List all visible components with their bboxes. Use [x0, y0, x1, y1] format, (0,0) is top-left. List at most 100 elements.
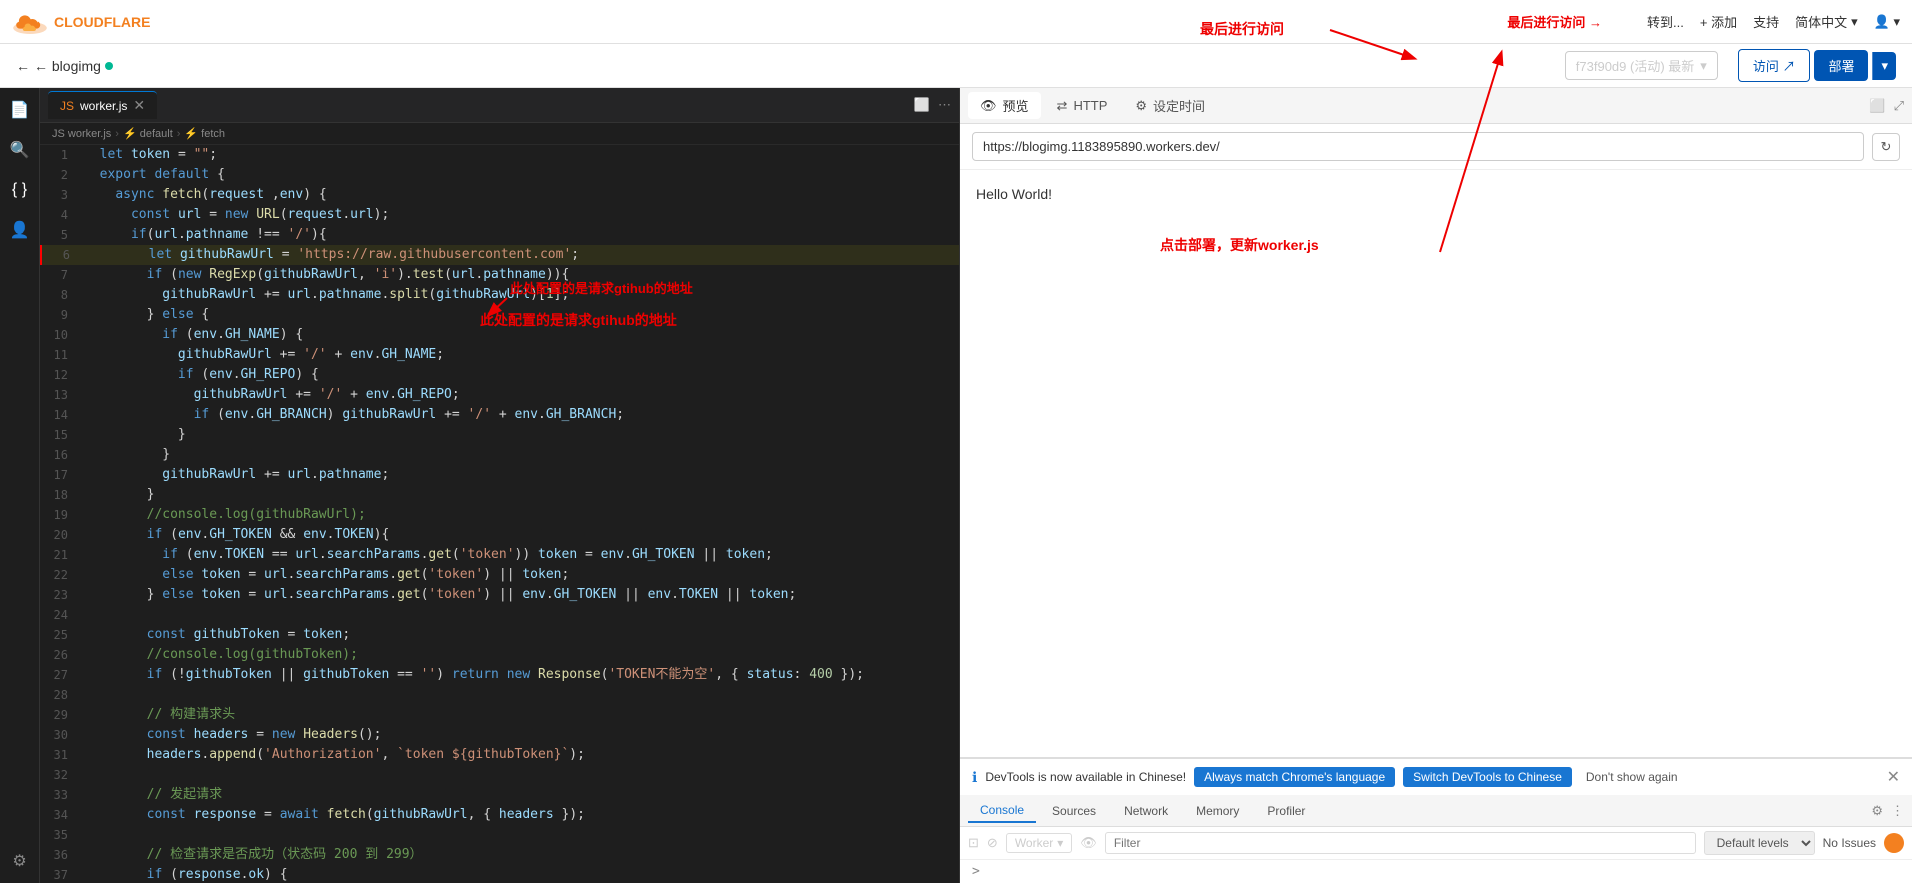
nav-goto[interactable]: 转到...	[1647, 12, 1684, 31]
code-line: 4 const url = new URL(request.url);	[40, 205, 959, 225]
nav-support[interactable]: 支持	[1753, 12, 1779, 31]
cloudflare-name: CLOUDFLARE	[54, 14, 150, 30]
code-line: 16 }	[40, 445, 959, 465]
preview-split-icon[interactable]: ⬜	[1869, 98, 1885, 114]
preview-tab-icons: ⬜ ⤢	[1869, 98, 1904, 114]
devtools-tab-sources[interactable]: Sources	[1040, 800, 1108, 822]
sidebar-files-icon[interactable]: 📄	[6, 96, 34, 124]
code-line: 30 const headers = new Headers();	[40, 725, 959, 745]
console-eye-icon[interactable]: 👁	[1080, 835, 1097, 851]
worker-back-label: ← blogimg	[34, 58, 101, 74]
branch-selector[interactable]: f73f90d9 (活动) 最新 ▾	[1565, 51, 1718, 80]
sidebar-search-icon[interactable]: 🔍	[6, 136, 34, 164]
code-line: 18 }	[40, 485, 959, 505]
preview-content: Hello World!	[960, 170, 1912, 757]
devtools-tab-network[interactable]: Network	[1112, 800, 1180, 822]
editor-tab-worker[interactable]: JS worker.js ✕	[48, 91, 157, 119]
nav-add[interactable]: + 添加	[1700, 12, 1737, 31]
preview-url-input[interactable]	[972, 132, 1864, 161]
code-line: 15 }	[40, 425, 959, 445]
dont-show-button[interactable]: Don't show again	[1580, 767, 1684, 787]
editor-tab-bar: JS worker.js ✕ ⬜ ⋯	[40, 88, 959, 123]
console-filter-input[interactable]	[1105, 832, 1696, 854]
code-line: 12 if (env.GH_REPO) {	[40, 365, 959, 385]
top-nav: CLOUDFLARE 转到... + 添加 支持 简体中文 ▾ 👤 ▾	[0, 0, 1912, 44]
nav-lang[interactable]: 简体中文 ▾	[1795, 12, 1858, 31]
code-line: 23 } else token = url.searchParams.get('…	[40, 585, 959, 605]
preview-hello-world: Hello World!	[976, 186, 1052, 202]
editor-breadcrumb: JS worker.js › ⚡ default › ⚡ fetch	[40, 123, 959, 145]
devtools: ℹ DevTools is now available in Chinese! …	[960, 757, 1912, 883]
branch-label: f73f90d9 (活动) 最新	[1576, 56, 1695, 75]
code-line: 24	[40, 605, 959, 625]
devtools-tab-memory[interactable]: Memory	[1184, 800, 1251, 822]
code-line: 36 // 检查请求是否成功（状态码 200 到 299）	[40, 845, 959, 865]
worker-selector[interactable]: Worker ▾	[1006, 833, 1072, 853]
editor-panel: JS worker.js ✕ ⬜ ⋯ JS worker.js › ⚡ defa…	[40, 88, 960, 883]
branch-chevron: ▾	[1700, 58, 1707, 74]
code-line: 19 //console.log(githubRawUrl);	[40, 505, 959, 525]
console-prompt[interactable]: >	[960, 860, 1912, 883]
annotation-visit: 最后进行访问 →	[1507, 12, 1602, 31]
code-line: 33 // 发起请求	[40, 785, 959, 805]
devtools-close-button[interactable]: ✕	[1887, 767, 1900, 787]
second-bar: ← ← blogimg f73f90d9 (活动) 最新 ▾ 访问 ↗ 部署 ▾…	[0, 44, 1912, 88]
code-editor[interactable]: 1 let token = ""; 2 export default { 3 a…	[40, 145, 959, 883]
always-match-button[interactable]: Always match Chrome's language	[1194, 767, 1395, 787]
cloudflare-logo: CLOUDFLARE	[12, 9, 150, 35]
code-line: 7 if (new RegExp(githubRawUrl, 'i').test…	[40, 265, 959, 285]
code-line: 20 if (env.GH_TOKEN && env.TOKEN){	[40, 525, 959, 545]
sidebar-code-icon[interactable]: { }	[6, 176, 34, 204]
sidebar-person-icon[interactable]: 👤	[6, 216, 34, 244]
code-line: 8 githubRawUrl += url.pathname.split(git…	[40, 285, 959, 305]
code-line: 25 const githubToken = token;	[40, 625, 959, 645]
code-line: 35	[40, 825, 959, 845]
editor-tab-close[interactable]: ✕	[133, 97, 145, 114]
visit-button[interactable]: 访问 ↗	[1738, 49, 1811, 82]
deploy-button[interactable]: 部署	[1814, 50, 1868, 81]
code-line: 5 if(url.pathname !== '/'){	[40, 225, 959, 245]
devtools-dots-icon[interactable]: ⋮	[1891, 803, 1904, 819]
devtools-console-bar: ⊡ ⊘ Worker ▾ 👁 Default levels No Issues	[960, 827, 1912, 860]
code-line: 32	[40, 765, 959, 785]
right-panel: 👁 预览 ⇄ HTTP ⚙ 设定时间 ⬜ ⤢ ↻ Hello World!	[960, 88, 1912, 883]
preview-expand-icon[interactable]: ⤢	[1894, 98, 1904, 114]
code-line: 22 else token = url.searchParams.get('to…	[40, 565, 959, 585]
refresh-button[interactable]: ↻	[1872, 133, 1900, 161]
code-line: 28	[40, 685, 959, 705]
devtools-tabs: Console Sources Network Memory Profiler …	[960, 795, 1912, 827]
user-avatar	[1884, 833, 1904, 853]
top-nav-right: 转到... + 添加 支持 简体中文 ▾ 👤 ▾	[1647, 12, 1900, 31]
code-line: 13 githubRawUrl += '/' + env.GH_REPO;	[40, 385, 959, 405]
code-line: 34 const response = await fetch(githubRa…	[40, 805, 959, 825]
console-clear-icon[interactable]: ⊘	[987, 835, 998, 851]
deploy-arrow-button[interactable]: ▾	[1872, 52, 1896, 80]
console-levels-select[interactable]: Default levels	[1704, 831, 1815, 855]
devtools-tab-profiler[interactable]: Profiler	[1255, 800, 1317, 822]
split-icon[interactable]: ⬜	[914, 97, 930, 113]
breadcrumb-level1: ⚡ default	[123, 127, 173, 140]
info-icon: ℹ	[972, 769, 977, 786]
main-area: 📄 🔍 { } 👤 ⚙ JS worker.js ✕ ⬜ ⋯ JS worker…	[0, 88, 1912, 883]
devtools-message: DevTools is now available in Chinese!	[985, 770, 1186, 784]
devtools-tab-console[interactable]: Console	[968, 799, 1036, 823]
deploy-buttons: 访问 ↗ 部署 ▾	[1738, 49, 1896, 82]
preview-tab-preview[interactable]: 👁 预览	[968, 92, 1041, 119]
breadcrumb-level2: ⚡ fetch	[184, 127, 225, 140]
preview-tab-http[interactable]: ⇄ HTTP	[1045, 94, 1120, 118]
code-line-highlight: 6 let githubRawUrl = 'https://raw.github…	[40, 245, 959, 265]
code-line: 31 headers.append('Authorization', `toke…	[40, 745, 959, 765]
more-icon[interactable]: ⋯	[938, 97, 951, 113]
code-line: 11 githubRawUrl += '/' + env.GH_NAME;	[40, 345, 959, 365]
console-block-icon[interactable]: ⊡	[968, 835, 979, 851]
switch-chinese-button[interactable]: Switch DevTools to Chinese	[1403, 767, 1572, 787]
back-button[interactable]: ← ← blogimg	[16, 58, 113, 74]
code-line: 10 if (env.GH_NAME) {	[40, 325, 959, 345]
devtools-gear-icon[interactable]: ⚙	[1871, 803, 1883, 819]
code-line: 17 githubRawUrl += url.pathname;	[40, 465, 959, 485]
preview-tab-timing[interactable]: ⚙ 设定时间	[1123, 92, 1217, 119]
nav-user-icon[interactable]: 👤 ▾	[1874, 14, 1900, 30]
sidebar-settings-icon[interactable]: ⚙	[6, 847, 34, 875]
code-line: 27 if (!githubToken || githubToken == ''…	[40, 665, 959, 685]
online-indicator	[105, 62, 113, 70]
